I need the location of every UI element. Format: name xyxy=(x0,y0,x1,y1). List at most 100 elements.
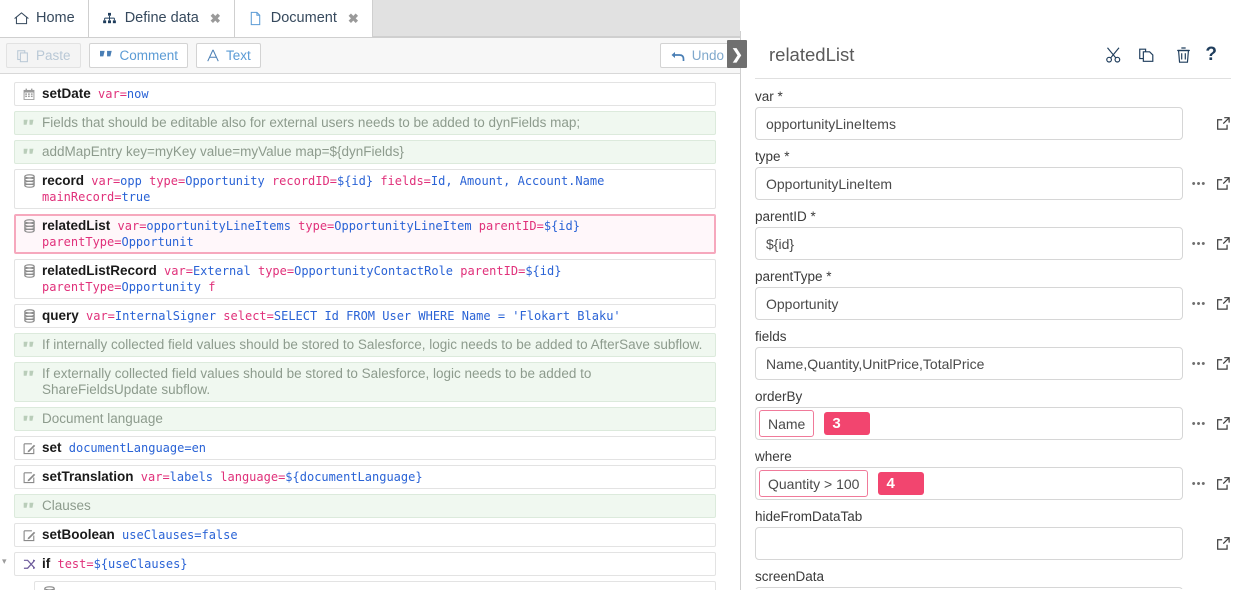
panel-collapse-handle[interactable]: ❯ xyxy=(727,40,747,68)
open-external-icon[interactable] xyxy=(1215,356,1231,371)
quote-icon xyxy=(22,144,36,160)
tab-document[interactable]: Document ✖ xyxy=(235,0,373,37)
code-row[interactable]: setDate var=now xyxy=(14,82,716,106)
paste-button[interactable]: Paste xyxy=(6,43,81,68)
code-row-text: setTranslation var=labels language=${doc… xyxy=(42,469,709,485)
more-options-icon[interactable]: ••• xyxy=(1191,238,1207,250)
code-row[interactable]: Fields that should be editable also for … xyxy=(14,111,716,135)
code-row[interactable]: relatedListRecord var=External type=Oppo… xyxy=(14,259,716,299)
tab-home[interactable]: Home xyxy=(0,0,89,37)
comment-text: Document language xyxy=(42,411,163,426)
attribute-value: ${documentLanguage} xyxy=(285,470,422,484)
open-external-icon[interactable] xyxy=(1215,236,1231,251)
statement-keyword: record xyxy=(42,173,84,188)
text-input[interactable]: Opportunity xyxy=(755,287,1183,320)
copy-icon[interactable] xyxy=(1137,46,1156,64)
spacer xyxy=(142,174,149,188)
tab-define-data[interactable]: Define data ✖ xyxy=(89,0,235,37)
text-input[interactable] xyxy=(755,587,1183,589)
text-input[interactable] xyxy=(755,527,1183,560)
form-field: whereQuantity > 1004••• xyxy=(755,449,1231,500)
open-external-icon[interactable] xyxy=(1215,476,1231,491)
more-options-icon[interactable]: ••• xyxy=(1191,358,1207,370)
script-editor-canvas[interactable]: setDate var=now Fields that should be edi… xyxy=(0,74,740,590)
tab-bar: Home Define data ✖ Document ✖ xyxy=(0,0,740,38)
undo-button[interactable]: Undo xyxy=(660,43,734,68)
text-input[interactable]: Quantity > 1004 xyxy=(755,467,1183,500)
spacer xyxy=(472,219,479,233)
code-row[interactable]: query var=InternalSigner select=SELECT I… xyxy=(14,304,716,328)
highlighted-value[interactable]: Name xyxy=(759,410,814,437)
open-external-icon[interactable] xyxy=(1215,116,1231,131)
tab-define-data-label: Define data xyxy=(125,10,199,26)
code-row[interactable]: Document language xyxy=(14,407,716,431)
attribute-name: type= xyxy=(298,219,334,233)
delete-icon[interactable] xyxy=(1175,46,1192,64)
more-options-icon[interactable]: ••• xyxy=(1191,478,1207,490)
annotation-badge: 3 xyxy=(824,412,870,435)
code-row-text: If internally collected field values sho… xyxy=(42,337,709,353)
code-row-wrapper: If externally collected field values sho… xyxy=(0,362,740,402)
open-external-icon[interactable] xyxy=(1215,416,1231,431)
input-value: Name,Quantity,UnitPrice,TotalPrice xyxy=(766,356,984,372)
comment-text: If internally collected field values sho… xyxy=(42,337,702,352)
code-row[interactable]: addMapEntry key=myKey value=myValue map=… xyxy=(14,140,716,164)
code-row-wrapper: relatedList var=opportunityLineItems typ… xyxy=(0,214,740,254)
code-row[interactable]: record var=opp type=Opportunity recordID… xyxy=(14,169,716,209)
text-input[interactable]: Name 3 xyxy=(755,407,1183,440)
help-icon[interactable]: ? xyxy=(1205,45,1217,64)
open-external-icon[interactable] xyxy=(1215,176,1231,191)
code-row[interactable] xyxy=(34,581,716,590)
attribute-value: ${id} xyxy=(337,174,373,188)
form-field: fieldsName,Quantity,UnitPrice,TotalPrice… xyxy=(755,329,1231,380)
attribute-name: f xyxy=(208,280,215,294)
attribute-value: true xyxy=(121,190,150,204)
code-row-text: record var=opp type=Opportunity recordID… xyxy=(42,173,709,205)
chevron-down-icon[interactable]: ▾ xyxy=(2,556,12,566)
attribute-value: Opportunit xyxy=(121,235,193,249)
text-input[interactable]: Name,Quantity,UnitPrice,TotalPrice xyxy=(755,347,1183,380)
statement-keyword: set xyxy=(42,440,62,455)
open-external-icon[interactable] xyxy=(1215,296,1231,311)
text-input[interactable]: ${id} xyxy=(755,227,1183,260)
spacer xyxy=(251,264,258,278)
tab-close-icon[interactable]: ✖ xyxy=(348,12,359,25)
code-row[interactable]: If internally collected field values sho… xyxy=(14,333,716,357)
attribute-name: var= xyxy=(98,87,127,101)
properties-panel-body: var *opportunityLineItems•••type *Opport… xyxy=(741,79,1245,589)
code-row-selected[interactable]: relatedList var=opportunityLineItems typ… xyxy=(14,214,716,254)
text-button[interactable]: Text xyxy=(196,43,261,68)
text-input[interactable]: opportunityLineItems xyxy=(755,107,1183,140)
quote-icon xyxy=(22,366,36,382)
field-label: hideFromDataTab xyxy=(755,509,1231,524)
code-row[interactable]: set documentLanguage=en xyxy=(14,436,716,460)
undo-label: Undo xyxy=(692,48,724,63)
code-row[interactable]: setBoolean useClauses=false xyxy=(14,523,716,547)
more-options-icon[interactable]: ••• xyxy=(1191,178,1207,190)
branch-icon xyxy=(22,556,36,572)
quote-icon xyxy=(22,498,36,514)
undo-icon xyxy=(670,49,686,63)
attribute-value: OpportunityContactRole xyxy=(294,264,453,278)
code-row[interactable]: If externally collected field values sho… xyxy=(14,362,716,402)
tab-close-icon[interactable]: ✖ xyxy=(210,12,221,25)
attribute-value: SELECT Id FROM User WHERE Name = 'Flokar… xyxy=(274,309,621,323)
code-row[interactable]: if test=${useClauses} xyxy=(14,552,716,576)
attribute-value: documentLanguage=en xyxy=(69,441,206,455)
more-options-icon[interactable]: ••• xyxy=(1191,418,1207,430)
more-options-icon[interactable]: ••• xyxy=(1191,298,1207,310)
code-row-text: if test=${useClauses} xyxy=(42,556,709,572)
comment-button[interactable]: Comment xyxy=(89,43,189,68)
cut-icon[interactable] xyxy=(1105,46,1124,64)
attribute-value: External xyxy=(193,264,251,278)
open-external-icon[interactable] xyxy=(1215,536,1231,551)
attribute-name: parentType= xyxy=(42,280,121,294)
attribute-name: parentID= xyxy=(460,264,525,278)
highlighted-value[interactable]: Quantity > 100 xyxy=(759,470,868,497)
statement-keyword: if xyxy=(42,556,50,571)
field-label: screenData xyxy=(755,569,1231,584)
text-input[interactable]: OpportunityLineItem xyxy=(755,167,1183,200)
code-row[interactable]: setTranslation var=labels language=${doc… xyxy=(14,465,716,489)
code-row[interactable]: Clauses xyxy=(14,494,716,518)
statement-keyword: setTranslation xyxy=(42,469,134,484)
